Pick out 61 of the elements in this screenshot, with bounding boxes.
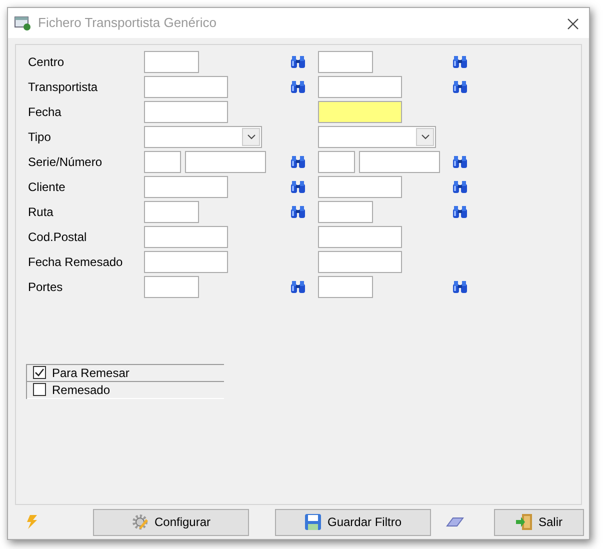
app-icon [14,14,32,31]
input-field[interactable] [144,176,228,198]
field-label: Portes [28,279,64,296]
input-field[interactable] [144,101,228,124]
input-field[interactable] [144,276,199,298]
input-field[interactable] [185,151,266,174]
checkbox[interactable] [33,383,46,396]
binoculars-icon[interactable] [290,180,306,194]
input-field[interactable] [318,76,402,98]
binoculars-icon[interactable] [452,55,468,70]
field-label: Tipo [28,129,52,146]
field-label: Cod.Postal [28,229,88,246]
caret-icon [416,128,434,146]
door-icon [515,513,534,532]
checkbox[interactable] [33,366,46,380]
field-label: Fecha [28,104,62,122]
binoculars-icon[interactable] [290,80,306,94]
close-icon [567,18,579,30]
binoculars-icon[interactable] [452,180,468,194]
input-field[interactable] [318,51,373,74]
binoculars-icon[interactable] [290,205,306,220]
field-label: Fecha Remesado [28,254,124,272]
input-field[interactable] [144,251,228,274]
window-title: Fichero Transportista Genérico [38,14,218,32]
input-field[interactable] [318,201,373,224]
input-field[interactable] [144,201,199,224]
input-field[interactable] [318,176,402,198]
gear-icon [131,513,150,532]
checkbox-label: Remesado [52,382,110,399]
binoculars-icon[interactable] [452,155,468,170]
eraser-icon[interactable] [446,516,464,528]
input-field[interactable] [318,276,373,298]
binoculars-icon[interactable] [290,280,306,294]
input-field[interactable] [144,51,199,74]
field-label: Transportista [28,79,99,96]
input-field[interactable] [318,101,402,124]
save-button[interactable]: Guardar Filtro [275,508,431,536]
input-field[interactable] [144,226,228,248]
field-label: Cliente [28,179,66,196]
binoculars-icon[interactable] [452,80,468,94]
caret-icon [242,128,260,146]
input-field[interactable] [144,151,181,174]
field-label: Ruta [28,204,54,222]
input-field[interactable] [318,251,402,274]
dropdown[interactable] [318,126,436,148]
dropdown[interactable] [144,126,262,148]
field-label: Serie/Número [28,154,104,172]
input-field[interactable] [318,226,402,248]
exit-button[interactable]: Salir [494,508,584,536]
input-field[interactable] [359,151,440,174]
lightning-icon[interactable] [24,514,40,530]
checkbox-label: Para Remesar [52,364,130,382]
binoculars-icon[interactable] [452,280,468,294]
input-field[interactable] [318,151,355,174]
floppy-icon [304,513,322,532]
binoculars-icon[interactable] [452,205,468,220]
gear-button[interactable]: Configurar [93,508,249,536]
binoculars-icon[interactable] [290,155,306,170]
field-label: Centro [28,54,66,72]
input-field[interactable] [144,76,228,98]
binoculars-icon[interactable] [290,55,306,70]
